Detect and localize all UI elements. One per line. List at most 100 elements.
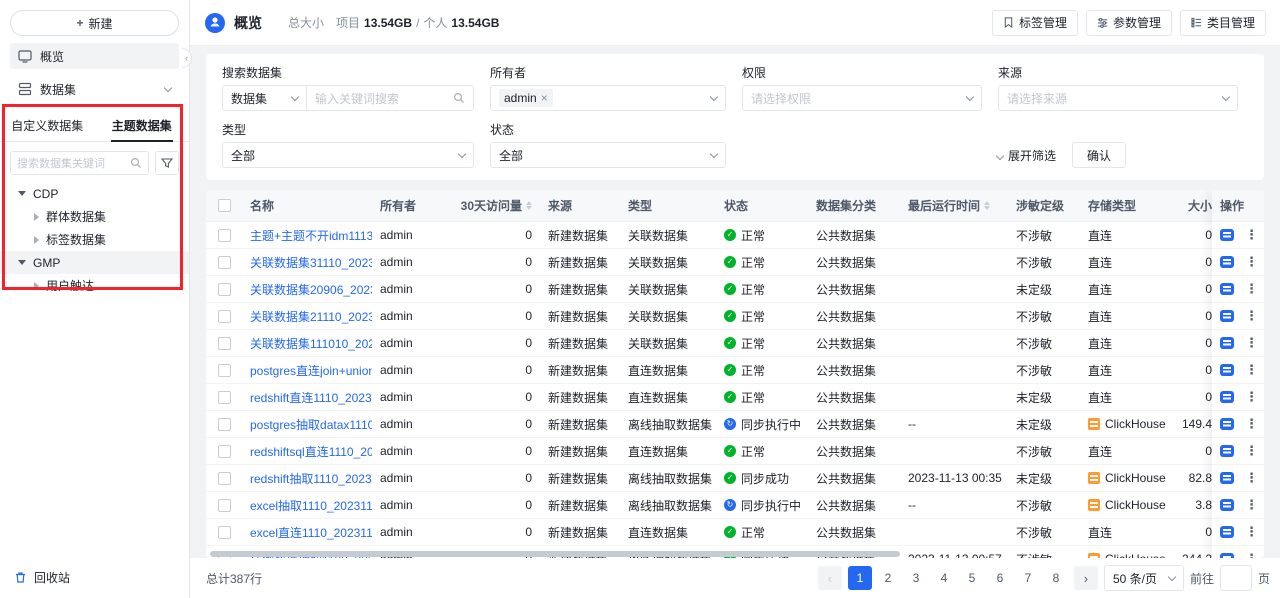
page-number[interactable]: 6 [988, 566, 1012, 590]
caret-down-icon[interactable] [18, 260, 26, 265]
cell-name[interactable]: excel抽取1110_20231110... [242, 497, 372, 514]
comment-icon[interactable] [1220, 229, 1234, 241]
comment-icon[interactable] [1220, 499, 1234, 511]
col-visits[interactable]: 30天访问量 [452, 197, 540, 214]
type-select[interactable]: 全部 [222, 142, 474, 168]
new-button[interactable]: + 新建 [10, 10, 179, 36]
more-actions-icon[interactable]: ⋮ [1245, 335, 1258, 351]
comment-icon[interactable] [1220, 283, 1234, 295]
tree-item[interactable]: CDP [0, 182, 189, 205]
caret-right-icon[interactable] [34, 213, 39, 221]
confirm-button[interactable]: 确认 [1072, 142, 1126, 168]
caret-right-icon[interactable] [34, 282, 39, 290]
comment-icon[interactable] [1220, 445, 1234, 457]
row-checkbox[interactable] [218, 364, 231, 377]
row-checkbox[interactable] [218, 526, 231, 539]
cell-name[interactable]: redshiftsql直连1110_2023... [242, 443, 372, 460]
tree-item[interactable]: 群体数据集 [0, 205, 189, 228]
source-select[interactable]: 请选择来源 [998, 85, 1238, 111]
tree-filter-button[interactable] [155, 151, 179, 175]
more-actions-icon[interactable]: ⋮ [1245, 254, 1258, 270]
page-number[interactable]: 4 [932, 566, 956, 590]
page-number[interactable]: 3 [904, 566, 928, 590]
next-page-button[interactable]: › [1074, 566, 1098, 590]
sidebar-tab[interactable]: 主题数据集 [95, 110, 190, 141]
more-actions-icon[interactable]: ⋮ [1245, 281, 1258, 297]
cell-name[interactable]: redshift直连1110_202311... [242, 389, 372, 406]
prev-page-button[interactable]: ‹ [818, 566, 842, 590]
more-actions-icon[interactable]: ⋮ [1245, 416, 1258, 432]
permission-select[interactable]: 请选择权限 [742, 85, 982, 111]
more-actions-icon[interactable]: ⋮ [1245, 497, 1258, 513]
row-checkbox[interactable] [218, 256, 231, 269]
goto-page-input[interactable] [1220, 565, 1252, 591]
search-type-select[interactable]: 数据集 [223, 86, 307, 110]
row-actions: ⋮ [1212, 411, 1264, 438]
tree-item[interactable]: GMP [0, 251, 189, 274]
recycle-bin-item[interactable]: 回收站 [14, 569, 70, 586]
row-checkbox[interactable] [218, 337, 231, 350]
row-checkbox[interactable] [218, 499, 231, 512]
sort-icon[interactable] [984, 201, 990, 210]
dataset-search-input[interactable]: 搜索数据集关键词 [10, 151, 149, 175]
category-management-button[interactable]: 类目管理 [1180, 10, 1266, 36]
cell-name[interactable]: 关联数据集111010_20231... [242, 335, 372, 352]
page-number[interactable]: 1 [848, 566, 872, 590]
sort-icon[interactable] [526, 201, 532, 210]
cell-name[interactable]: excel直连1110_20231110... [242, 524, 372, 541]
comment-icon[interactable] [1220, 472, 1234, 484]
status-select[interactable]: 全部 [490, 142, 726, 168]
expand-filters-link[interactable]: 展开筛选 [997, 147, 1056, 164]
cell-name[interactable]: 关联数据集21110_202311... [242, 308, 372, 325]
remove-owner-icon[interactable]: × [541, 91, 548, 105]
more-actions-icon[interactable]: ⋮ [1245, 389, 1258, 405]
row-checkbox[interactable] [218, 310, 231, 323]
select-all-checkbox[interactable] [218, 199, 231, 212]
comment-icon[interactable] [1220, 256, 1234, 268]
comment-icon[interactable] [1220, 418, 1234, 430]
more-actions-icon[interactable]: ⋮ [1245, 470, 1258, 486]
caret-down-icon[interactable] [18, 191, 26, 196]
owner-select[interactable]: admin × [490, 85, 726, 111]
cell-name[interactable]: redshift抽取1110_202311... [242, 470, 372, 487]
sidebar-item-overview[interactable]: 概览 [10, 43, 179, 69]
horizontal-scrollbar[interactable] [210, 551, 900, 557]
row-checkbox[interactable] [218, 229, 231, 242]
cell-name[interactable]: postgres直连join+union11... [242, 362, 372, 379]
more-actions-icon[interactable]: ⋮ [1245, 227, 1258, 243]
page-number[interactable]: 2 [876, 566, 900, 590]
page-number[interactable]: 8 [1044, 566, 1068, 590]
more-actions-icon[interactable]: ⋮ [1245, 308, 1258, 324]
more-actions-icon[interactable]: ⋮ [1245, 551, 1258, 558]
caret-right-icon[interactable] [34, 236, 39, 244]
more-actions-icon[interactable]: ⋮ [1245, 362, 1258, 378]
comment-icon[interactable] [1220, 526, 1234, 538]
cell-name[interactable]: 关联数据集31110_202311... [242, 254, 372, 271]
page-size-select[interactable]: 50 条/页 [1104, 565, 1184, 591]
row-checkbox[interactable] [218, 472, 231, 485]
row-checkbox[interactable] [218, 283, 231, 296]
parameter-management-button[interactable]: 参数管理 [1086, 10, 1172, 36]
comment-icon[interactable] [1220, 310, 1234, 322]
row-checkbox[interactable] [218, 445, 231, 458]
cell-name[interactable]: postgres抽取datax1110_2... [242, 416, 372, 433]
more-actions-icon[interactable]: ⋮ [1245, 443, 1258, 459]
page-number[interactable]: 7 [1016, 566, 1040, 590]
comment-icon[interactable] [1220, 364, 1234, 376]
col-lastrun[interactable]: 最后运行时间 [900, 197, 1008, 214]
keyword-search-input[interactable]: 输入关键词搜索 [307, 86, 473, 110]
page-number[interactable]: 5 [960, 566, 984, 590]
comment-icon[interactable] [1220, 553, 1234, 558]
sidebar-item-dataset[interactable]: 数据集 [10, 76, 179, 102]
cell-name[interactable]: 主题+主题不开idm1113 [242, 227, 372, 244]
comment-icon[interactable] [1220, 391, 1234, 403]
more-actions-icon[interactable]: ⋮ [1245, 524, 1258, 540]
tree-item[interactable]: 用户触达 [0, 274, 189, 297]
row-checkbox[interactable] [218, 391, 231, 404]
row-checkbox[interactable] [218, 418, 231, 431]
comment-icon[interactable] [1220, 337, 1234, 349]
tag-management-button[interactable]: 标签管理 [992, 10, 1078, 36]
sidebar-tab[interactable]: 自定义数据集 [0, 110, 95, 141]
cell-name[interactable]: 关联数据集20906_202311... [242, 281, 372, 298]
tree-item[interactable]: 标签数据集 [0, 228, 189, 251]
